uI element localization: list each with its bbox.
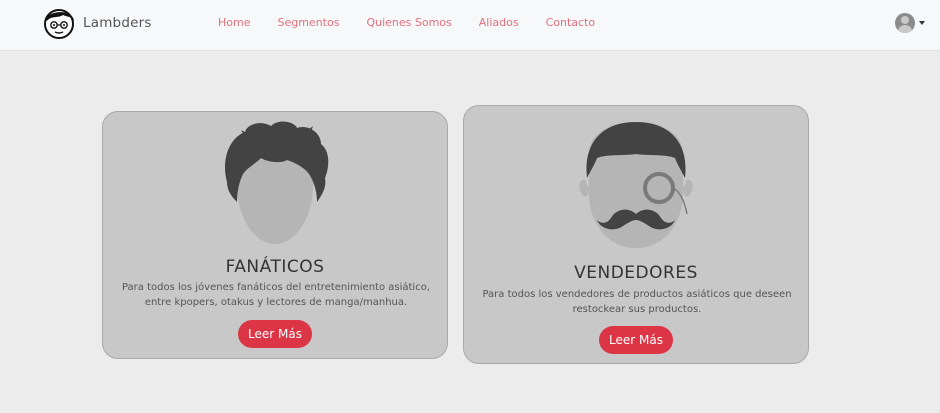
nav-link-segmentos[interactable]: Segmentos [277,16,339,29]
user-menu-toggle[interactable] [895,13,925,33]
nav-links: Home Segmentos Quienes Somos Aliados Con… [218,16,622,29]
card-description: Para todos los jóvenes fanáticos del ent… [121,282,431,308]
nav-link-aliados[interactable]: Aliados [479,16,519,29]
leer-mas-button[interactable]: Leer Más [599,326,673,354]
gentleman-monocle-mustache-icon [579,122,693,248]
nav-link-quienes-somos[interactable]: Quienes Somos [366,16,451,29]
caret-down-icon [919,21,925,25]
brand[interactable]: Lambders [41,5,152,41]
card-description: Para todos los vendedores de productos a… [482,289,792,315]
nav-link-contacto[interactable]: Contacto [546,16,596,29]
brand-name: Lambders [83,15,152,31]
cartoon-boy-face-icon [44,9,74,39]
user-avatar-icon [895,13,915,33]
young-man-messy-hair-icon [225,121,329,244]
navbar: Lambders Home Segmentos Quienes Somos Al… [0,0,940,51]
card-vendedores: VENDEDORES Para todos los vendedores de … [463,105,809,364]
leer-mas-button[interactable]: Leer Más [238,320,312,348]
card-fanaticos: FANÁTICOS Para todos los jóvenes fanátic… [102,111,448,359]
card-title: VENDEDORES [574,263,698,283]
card-title: FANÁTICOS [225,257,325,277]
nav-link-home[interactable]: Home [218,16,250,29]
